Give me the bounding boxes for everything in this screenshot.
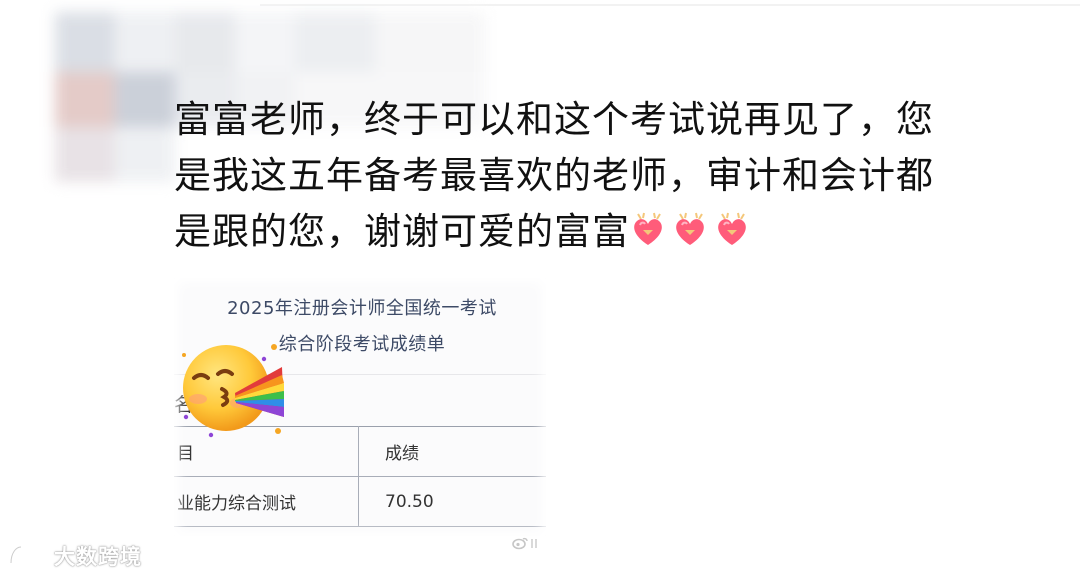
table-row: 业能力综合测试 70.50 (174, 476, 546, 527)
heart-with-ribbon-icon (718, 212, 746, 245)
report-title: 2025年注册会计师全国统一考试 (227, 298, 497, 319)
heart-with-ribbon-icon (676, 212, 704, 245)
weibo-logo-icon (512, 537, 537, 550)
comment-line-2: 是我这五年备考最喜欢的老师，审计和会计都 (174, 154, 934, 197)
watermark: 大数跨境 (8, 540, 142, 572)
kissing-face-rainbow-icon (182, 344, 284, 438)
table-cell-subject: 业能力综合测试 (174, 476, 359, 527)
table-cell-score: 70.50 (358, 476, 546, 527)
comment-line-1: 富富老师，终于可以和这个考试说再见了，您 (174, 98, 934, 141)
heart-with-ribbon-icon (634, 212, 662, 245)
comment-text: 富富老师，终于可以和这个考试说再见了，您 是我这五年备考最喜欢的老师，审计和会计… (174, 92, 1034, 260)
top-divider (260, 4, 1080, 6)
brand-logo-icon (9, 545, 49, 565)
comment-line-3-text: 是跟的您，谢谢可爱的富富 (174, 210, 630, 253)
watermark-text: 大数跨境 (54, 545, 142, 569)
score-table: 目 成绩 业能力综合测试 70.50 (174, 426, 546, 527)
comment-line-3: 是跟的您，谢谢可爱的富富 (174, 204, 1034, 260)
table-header-score: 成绩 (358, 426, 546, 477)
